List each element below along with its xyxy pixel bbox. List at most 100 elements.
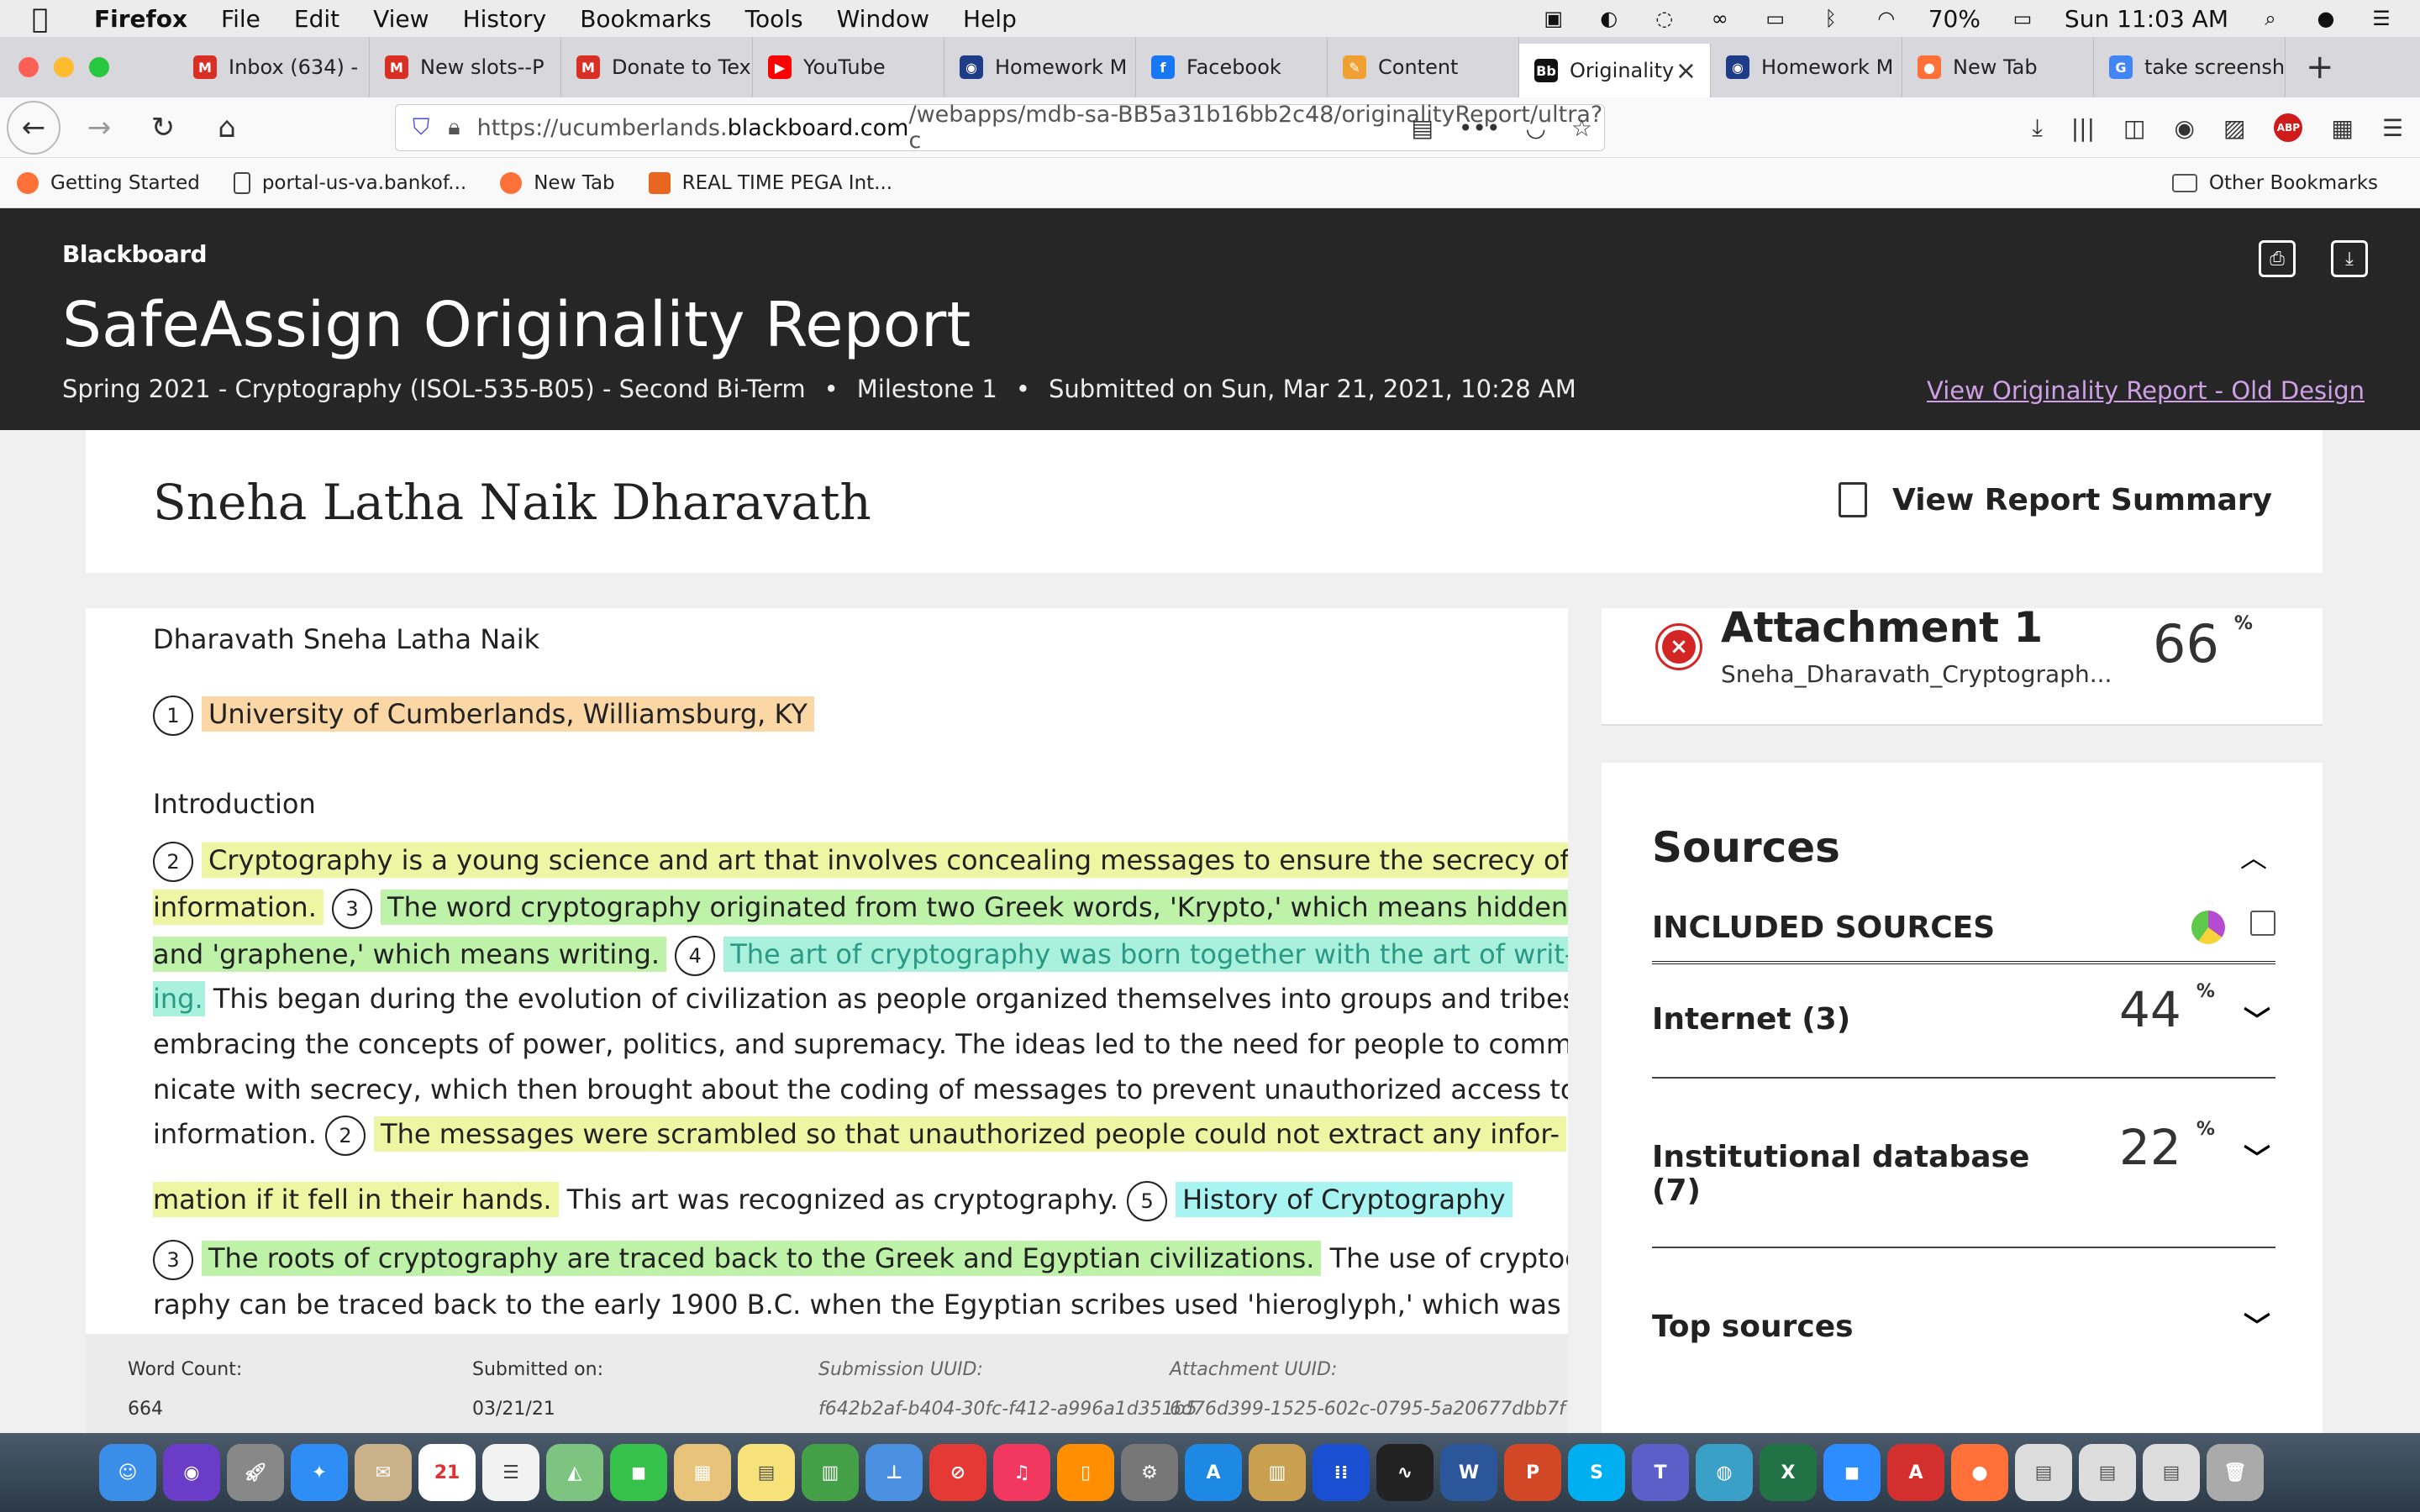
bookmark-star-icon[interactable]: ☆ (1571, 114, 1592, 142)
page-actions-icon[interactable]: ••• (1459, 114, 1501, 142)
facetime-icon[interactable]: ◼ (610, 1444, 667, 1501)
archive-utility-icon[interactable]: ▥ (1249, 1444, 1306, 1501)
match-highlight[interactable]: University of Cumberlands, Williamsburg,… (202, 696, 814, 732)
match-highlight[interactable]: mation if it fell in their hands. (153, 1182, 559, 1217)
battery-icon[interactable]: ▭ (2009, 7, 2036, 30)
tracking-shield-icon[interactable]: ⛉ (413, 114, 429, 141)
creative-cloud-icon[interactable]: ∞ (1707, 7, 1733, 30)
zoom-window-button[interactable] (89, 57, 109, 77)
firefox-icon[interactable]: ● (1951, 1444, 2008, 1501)
siri-icon[interactable]: ● (2312, 7, 2339, 30)
dialpad-icon[interactable]: ⁞⁞ (1313, 1444, 1370, 1501)
source-row-top-sources[interactable]: Top sources ﹀ (1652, 1248, 2275, 1374)
close-tab-icon[interactable]: × (1676, 56, 1697, 86)
source-row-institutional[interactable]: Institutional database (7) 22% ﹀ (1652, 1079, 2275, 1248)
browser-tab[interactable]: Bb Originality × (1519, 44, 1711, 97)
notification-center-icon[interactable]: ☰ (2368, 7, 2395, 30)
match-highlight[interactable]: ing. (153, 981, 205, 1016)
recent-document-icon[interactable]: ▤ (2079, 1444, 2136, 1501)
view-sources-icon[interactable] (2250, 911, 2275, 936)
browser-tab[interactable]: ◉ Homework M (944, 37, 1136, 97)
keynote-icon[interactable]: ▦ (674, 1444, 731, 1501)
view-report-summary-button[interactable]: View Report Summary (1838, 482, 2272, 517)
reload-icon[interactable]: ↻ (139, 104, 187, 151)
menu-edit[interactable]: Edit (294, 5, 339, 33)
browser-tab[interactable]: ● New Tab (1902, 37, 2094, 97)
menubar-clock[interactable]: Sun 11:03 AM (2065, 5, 2228, 33)
menu-help[interactable]: Help (963, 5, 1017, 33)
home-icon[interactable]: ⌂ (203, 104, 250, 151)
menu-view[interactable]: View (373, 5, 429, 33)
document-viewer[interactable]: Dharavath Sneha Latha Naik 1 University o… (86, 608, 1568, 1334)
sidebar-icon[interactable]: ◫ (2123, 114, 2145, 142)
back-arrow-icon[interactable]: ← (7, 100, 60, 155)
trash-icon[interactable]: 🗑︎ (2207, 1444, 2264, 1501)
chevron-up-icon[interactable]: ︿ (2240, 837, 2267, 875)
calendar-icon[interactable]: 21 (418, 1444, 476, 1501)
recent-document-icon[interactable]: ▤ (2143, 1444, 2200, 1501)
source-marker[interactable]: 4 (675, 936, 716, 976)
source-marker[interactable]: 2 (153, 842, 193, 882)
match-highlight[interactable]: and 'graphene,' which means writing. (153, 937, 667, 972)
menu-history[interactable]: History (463, 5, 547, 33)
match-highlight[interactable]: The roots of cryptography are traced bac… (202, 1241, 1322, 1276)
notes-icon[interactable]: ▤ (738, 1444, 795, 1501)
numbers-icon[interactable]: ▥ (802, 1444, 859, 1501)
match-highlight[interactable]: information. (153, 890, 324, 925)
library-icon[interactable]: ||| (2071, 114, 2095, 142)
browser-tab[interactable]: Gtake screensh (2094, 37, 2286, 97)
recent-document-icon[interactable]: ▤ (2015, 1444, 2072, 1501)
remove-attachment-icon[interactable]: × (1655, 623, 1702, 670)
print-icon[interactable]: ⎙ (2259, 240, 2296, 277)
powerpoint-icon[interactable]: P (1504, 1444, 1561, 1501)
skype-icon[interactable]: S (1568, 1444, 1625, 1501)
source-marker[interactable]: 3 (153, 1240, 193, 1280)
match-highlight[interactable]: History of Cryptography (1176, 1182, 1512, 1217)
bookmark-new-tab[interactable]: New Tab (500, 171, 615, 194)
url-bar[interactable]: ⛉ 🔒︎ https://ucumberlands. blackboard.com… (395, 102, 1605, 154)
source-color-pie-icon[interactable] (2191, 911, 2225, 944)
news-icon[interactable]: ⊘ (929, 1444, 986, 1501)
music-icon[interactable]: ♫ (993, 1444, 1050, 1501)
books-icon[interactable]: ▯ (1057, 1444, 1114, 1501)
other-bookmarks[interactable]: Other Bookmarks (2171, 172, 2378, 194)
minimize-window-button[interactable] (54, 57, 74, 77)
chevron-down-icon[interactable]: ﹀ (2244, 1137, 2270, 1176)
source-marker[interactable]: 5 (1127, 1181, 1168, 1221)
download-icon[interactable]: ⤓ (2331, 240, 2368, 277)
screenshot-icon[interactable]: ▨ (2223, 114, 2245, 142)
bluetooth-icon[interactable]: ᛒ (1818, 7, 1844, 30)
system-preferences-icon[interactable]: ⚙ (1121, 1444, 1178, 1501)
attachment-card[interactable]: × Attachment 1 Sneha_Dharavath_Cryptogra… (1602, 603, 2323, 726)
match-highlight[interactable]: The word cryptography originated from tw… (381, 890, 1568, 925)
finder-icon[interactable]: ☺ (99, 1444, 156, 1501)
close-window-button[interactable] (18, 57, 39, 77)
account-icon[interactable]: ◉ (2175, 114, 2195, 142)
loading-icon[interactable]: ◌ (1651, 7, 1678, 30)
launchpad-icon[interactable]: 🚀︎ (227, 1444, 284, 1501)
hamburger-menu-icon[interactable]: ☰ (2382, 114, 2403, 142)
match-highlight[interactable]: Cryptography is a young science and art … (202, 843, 1568, 878)
browser-tab[interactable]: f Facebook (1136, 37, 1328, 97)
menu-window[interactable]: Window (837, 5, 929, 33)
bookmark-getting-started[interactable]: Getting Started (17, 171, 200, 194)
browser-tab[interactable]: ✎ Content (1328, 37, 1519, 97)
citrix-icon[interactable]: ◍ (1696, 1444, 1753, 1501)
reader-view-icon[interactable]: ▤ (1411, 114, 1433, 142)
old-design-link[interactable]: View Originality Report - Old Design (1927, 376, 2365, 405)
reminders-icon[interactable]: ☰ (482, 1444, 539, 1501)
source-marker[interactable]: 1 (153, 696, 193, 736)
browser-tab[interactable]: ▶ YouTube (753, 37, 944, 97)
app-store-icon[interactable]: A (1185, 1444, 1242, 1501)
new-tab-button[interactable]: + (2306, 48, 2334, 87)
siri-icon[interactable]: ◉ (163, 1444, 220, 1501)
browser-tab[interactable]: M New slots--P (370, 37, 561, 97)
safari-icon[interactable]: ✦ (291, 1444, 348, 1501)
bookmark-portal[interactable]: portal-us-va.bankof... (233, 171, 466, 194)
chevron-down-icon[interactable]: ﹀ (2244, 1000, 2270, 1038)
match-highlight[interactable]: The art of cryptography was born togethe… (723, 937, 1568, 972)
extensions-icon[interactable]: ▦ (2331, 114, 2353, 142)
zoom-icon[interactable]: ◼ (1823, 1444, 1881, 1501)
activity-monitor-icon[interactable]: ∿ (1376, 1444, 1434, 1501)
menu-app-firefox[interactable]: Firefox (94, 5, 187, 33)
